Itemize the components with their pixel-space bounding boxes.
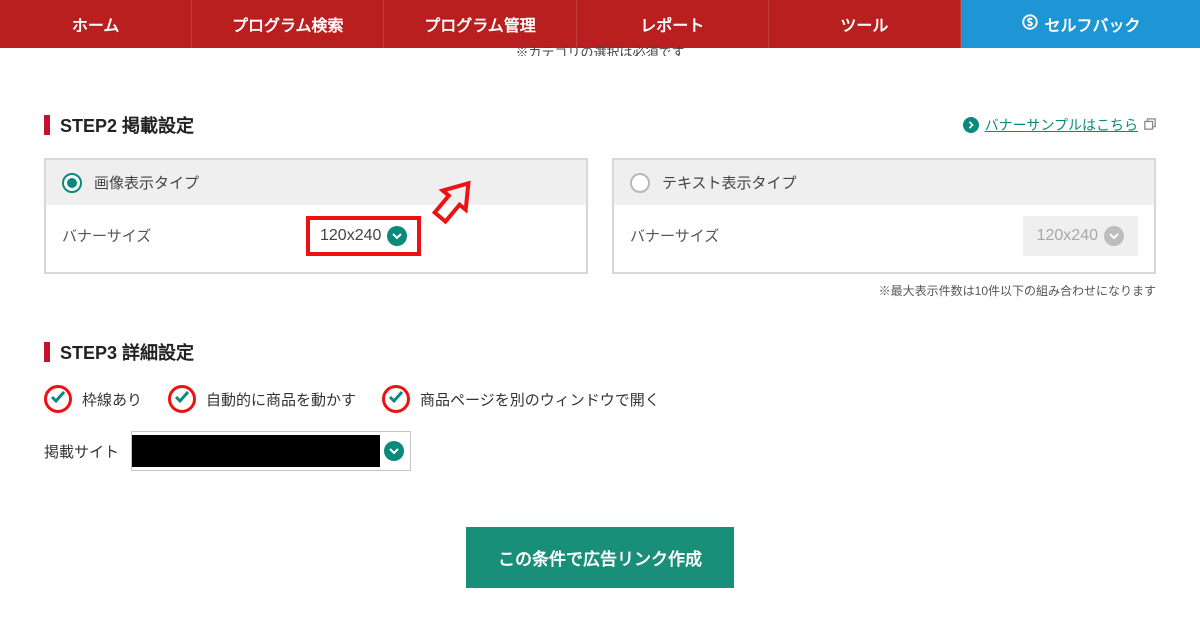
radio-dot-icon xyxy=(67,178,77,188)
banner-size-label: バナーサイズ xyxy=(62,225,151,246)
checkbox-auto-rotate[interactable] xyxy=(168,385,196,413)
chevron-down-icon xyxy=(387,226,407,246)
nav-program-search[interactable]: プログラム検索 xyxy=(192,0,384,48)
accent-bar-icon xyxy=(44,342,50,362)
panel-text-type: テキスト表示タイプ バナーサイズ 120x240 xyxy=(612,158,1156,274)
check-new-window-label: 商品ページを別のウィンドウで開く xyxy=(420,389,660,410)
redacted-site-value xyxy=(132,435,380,467)
display-type-panels: 画像表示タイプ バナーサイズ 120x240 xyxy=(44,158,1156,274)
nav-selfback-label: セルフバック xyxy=(1045,12,1141,36)
banner-size-value-disabled: 120x240 xyxy=(1037,227,1098,245)
publish-site-select[interactable] xyxy=(131,431,411,471)
publish-site-label: 掲載サイト xyxy=(44,441,119,462)
panel-text-label: テキスト表示タイプ xyxy=(662,172,797,193)
create-ad-link-button[interactable]: この条件で広告リンク作成 xyxy=(466,527,734,588)
nav-home[interactable]: ホーム xyxy=(0,0,192,48)
radio-text-type[interactable] xyxy=(630,173,650,193)
check-icon xyxy=(174,389,190,410)
step2-heading-row: STEP2 掲載設定 バナーサンプルはこちら xyxy=(44,112,1156,138)
chevron-right-icon xyxy=(963,117,979,133)
panel-image-head[interactable]: 画像表示タイプ xyxy=(46,160,586,205)
max-items-note: ※最大表示件数は10件以下の組み合わせになります xyxy=(44,282,1156,299)
panel-text-head[interactable]: テキスト表示タイプ xyxy=(614,160,1154,205)
chevron-down-icon xyxy=(1104,226,1124,246)
panel-image-type: 画像表示タイプ バナーサイズ 120x240 xyxy=(44,158,588,274)
checkbox-border[interactable] xyxy=(44,385,72,413)
step2-title-text: STEP2 掲載設定 xyxy=(60,112,194,138)
check-auto-rotate-label: 自動的に商品を動かす xyxy=(206,389,356,410)
nav-tools[interactable]: ツール xyxy=(769,0,961,48)
accent-bar-icon xyxy=(44,115,50,135)
step3-title: STEP3 詳細設定 xyxy=(44,339,194,365)
nav-program-manage[interactable]: プログラム管理 xyxy=(384,0,576,48)
step2-title: STEP2 掲載設定 xyxy=(44,112,194,138)
cutoff-note: ※カテゴリの選択は必須です xyxy=(0,42,1200,56)
banner-size-label-text: バナーサイズ xyxy=(630,225,719,246)
check-border-label: 枠線あり xyxy=(82,389,142,410)
banner-size-select[interactable]: 120x240 xyxy=(306,216,421,256)
external-link-icon xyxy=(1144,118,1156,133)
chevron-down-icon xyxy=(384,441,404,461)
publish-site-row: 掲載サイト xyxy=(44,431,1156,471)
action-row: この条件で広告リンク作成 xyxy=(44,527,1156,588)
panel-text-body: バナーサイズ 120x240 xyxy=(614,205,1154,272)
nav-report[interactable]: レポート xyxy=(577,0,769,48)
selfback-icon xyxy=(1021,13,1039,36)
banner-size-value: 120x240 xyxy=(320,227,381,245)
check-icon xyxy=(50,389,66,410)
check-icon xyxy=(388,389,404,410)
check-border[interactable]: 枠線あり xyxy=(44,385,142,413)
panel-image-body: バナーサイズ 120x240 xyxy=(46,205,586,272)
top-nav: ホーム プログラム検索 プログラム管理 レポート ツール セルフバック xyxy=(0,0,1200,48)
banner-sample-label: バナーサンプルはこちら xyxy=(985,115,1138,135)
step3-checks: 枠線あり 自動的に商品を動かす 商品ページを別のウィンドウで開く xyxy=(44,385,1156,413)
banner-size-select-disabled: 120x240 xyxy=(1023,216,1138,256)
check-new-window[interactable]: 商品ページを別のウィンドウで開く xyxy=(382,385,660,413)
check-auto-rotate[interactable]: 自動的に商品を動かす xyxy=(168,385,356,413)
panel-image-label: 画像表示タイプ xyxy=(94,172,199,193)
step3-title-text: STEP3 詳細設定 xyxy=(60,339,194,365)
banner-sample-link[interactable]: バナーサンプルはこちら xyxy=(963,115,1156,135)
step3-heading-row: STEP3 詳細設定 xyxy=(44,339,1156,365)
checkbox-new-window[interactable] xyxy=(382,385,410,413)
radio-image-type[interactable] xyxy=(62,173,82,193)
nav-selfback[interactable]: セルフバック xyxy=(961,0,1200,48)
